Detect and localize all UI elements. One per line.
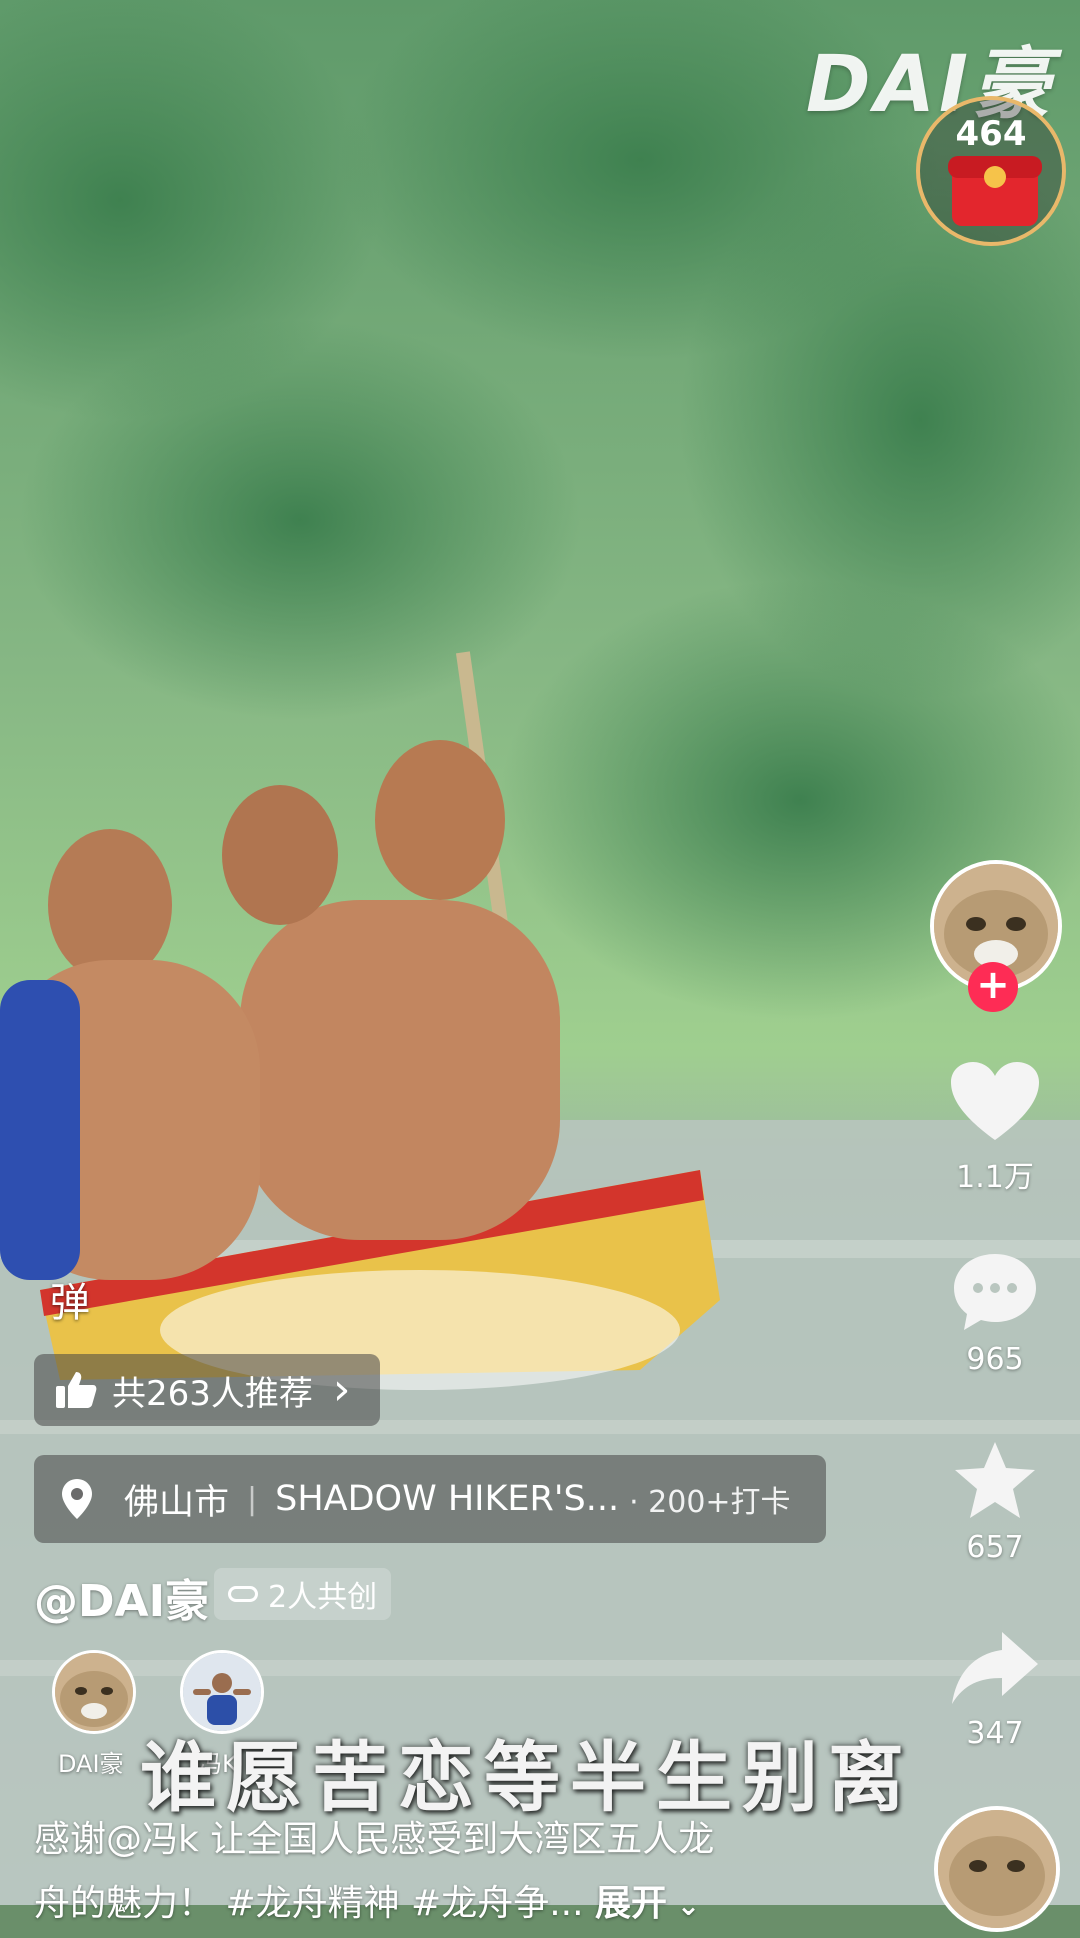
comment-count: 965 [966,1342,1024,1377]
location-city: 佛山市 [124,1482,230,1523]
location-bar[interactable]: 佛山市 | SHADOW HIKER'S... · 200+打卡 [34,1455,826,1543]
favorite-count: 657 [966,1530,1024,1565]
recommend-bar[interactable]: 共263人推荐 › [34,1354,380,1426]
share-count: 347 [966,1716,1024,1751]
cocreate-badge[interactable]: 2人共创 [214,1568,392,1620]
comment-icon [954,1254,1036,1330]
cocreator-name-1: DAI豪 [58,1750,124,1778]
star-icon [955,1442,1035,1518]
share-icon [952,1632,1038,1704]
favorite-button[interactable]: 657 [930,1438,1060,1565]
chevron-down-icon: ⌄ [667,1889,701,1922]
caption-line-2: 舟的魅力！ #龙舟精神 #龙舟争... 展开 ⌄ [34,1872,864,1938]
location-pin-icon [62,1479,92,1519]
recommend-text: 共263人推荐 [112,1373,313,1414]
cocreate-text: 2人共创 [268,1580,378,1615]
share-button[interactable]: 347 [930,1628,1060,1751]
red-envelope-icon [948,156,1042,226]
author-handle[interactable]: @DAI豪 [34,1565,209,1629]
caption-text-2: 舟的魅力！ #龙舟精神 #龙舟争... [34,1883,584,1924]
location-place: SHADOW HIKER'S... [275,1479,620,1519]
thumbs-up-icon [56,1372,97,1408]
like-button[interactable]: 1.1万 [930,1060,1060,1196]
creator-avatar-button[interactable]: + [930,860,1062,1012]
danmu-toggle[interactable]: 弹 [50,1270,90,1328]
heart-icon [951,1062,1039,1140]
video-caption[interactable]: 感谢@冯k 让全国人民感受到大湾区五人龙 舟的魅力！ #龙舟精神 #龙舟争...… [34,1808,864,1938]
caption-line-1: 感谢@冯k 让全国人民感受到大湾区五人龙 [34,1819,715,1860]
location-separator: | [247,1481,258,1517]
follow-button[interactable]: + [968,962,1018,1012]
chevron-right-icon: › [332,1364,351,1415]
link-icon [228,1586,258,1602]
red-packet-count: 464 [955,114,1027,154]
red-packet-widget[interactable]: 464 [916,96,1066,246]
expand-button[interactable]: 展开 ⌄ [595,1883,700,1924]
cocreator-avatar-1[interactable] [52,1650,136,1734]
location-checkins: · 200+打卡 [629,1485,791,1520]
comment-button[interactable]: 965 [930,1250,1060,1377]
like-count: 1.1万 [956,1160,1034,1195]
music-disc-avatar[interactable] [934,1806,1060,1932]
